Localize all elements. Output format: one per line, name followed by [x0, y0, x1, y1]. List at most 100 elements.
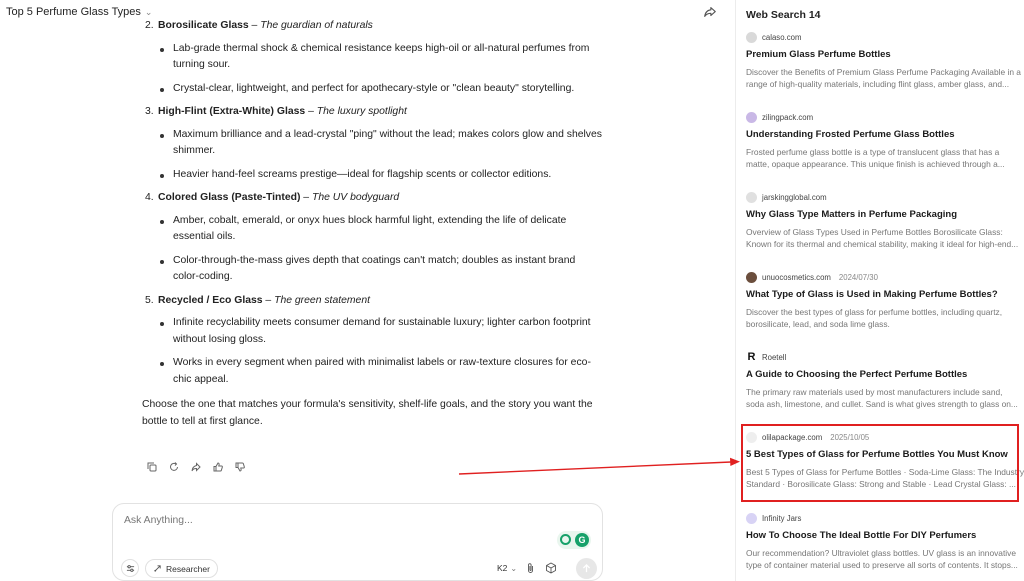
bullet-item: Infinite recyclability meets consumer de… — [158, 315, 604, 348]
glass-type-name: High-Flint (Extra-White) Glass — [158, 106, 306, 117]
list-section: 3. High-Flint (Extra-White) Glass – The l… — [142, 104, 604, 183]
glass-type-tagline: The UV bodyguard — [311, 192, 400, 203]
result-domain: unuocosmetics.com — [762, 272, 831, 282]
result-snippet-line: soda ash, limestone, and cullet. Sand is… — [746, 399, 1018, 409]
bullet-item: Lab-grade thermal shock & chemical resis… — [158, 41, 604, 74]
search-result[interactable]: jarskingglobal.com Why Glass Type Matters… — [746, 191, 1024, 250]
search-result[interactable]: unuocosmetics.com 2024/07/30 What Type of … — [746, 271, 1024, 330]
result-source: unuocosmetics.com 2024/07/30 — [746, 271, 1024, 283]
result-title[interactable]: How To Choose The Ideal Bottle For DIY P… — [746, 530, 1024, 541]
search-result[interactable]: Infinity Jars How To Choose The Ideal Bot… — [746, 512, 1024, 571]
result-title[interactable]: Premium Glass Perfume Bottles — [746, 49, 1024, 60]
result-snippet: The primary raw materials used by most m… — [746, 386, 1024, 410]
conclusion-text: Choose the one that matches your formula… — [142, 399, 593, 427]
grammarly-status-icon — [560, 534, 571, 545]
result-snippet-line: Frosted perfume glass bottle is a type o… — [746, 147, 1000, 157]
glass-type-name: Borosilicate Glass — [158, 20, 249, 31]
glass-type-tagline: The luxury spotlight — [316, 106, 407, 117]
result-source: Infinity Jars — [746, 512, 1024, 524]
result-title[interactable]: Why Glass Type Matters in Perfume Packag… — [746, 209, 1024, 220]
result-snippet: Discover the best types of glass for per… — [746, 306, 1024, 330]
result-domain: Roetell — [762, 352, 787, 362]
share-message-icon[interactable] — [191, 462, 201, 472]
list-section: 5. Recycled / Eco Glass – The green state… — [142, 293, 604, 389]
result-snippet: Discover the Benefits of Premium Glass P… — [746, 66, 1024, 90]
result-title[interactable]: A Guide to Choosing the Perfect Perfume … — [746, 369, 1024, 380]
chat-title: Top 5 Perfume Glass Types — [6, 6, 141, 18]
researcher-button[interactable]: Researcher — [145, 559, 218, 578]
thumbs-down-icon[interactable] — [235, 462, 245, 472]
result-date: 2024/07/30 — [838, 272, 878, 282]
result-snippet-line: Overview of Glass Types Used in Perfume … — [746, 227, 1003, 237]
model-selector[interactable]: K2 ⌄ — [497, 563, 517, 573]
bullet-item: Works in every segment when paired with … — [158, 355, 604, 388]
tools-button[interactable] — [121, 559, 139, 577]
cube-icon[interactable] — [545, 562, 557, 574]
thumbs-up-icon[interactable] — [213, 462, 223, 472]
sliders-icon — [126, 564, 134, 572]
result-snippet-line: The primary raw materials used by most m… — [746, 387, 1003, 397]
list-heading: 5. Recycled / Eco Glass – The green state… — [142, 293, 604, 310]
site-favicon-icon — [746, 271, 757, 283]
arrow-up-icon — [582, 564, 591, 573]
highlight-box — [741, 424, 1019, 502]
site-favicon-icon — [746, 31, 757, 43]
bullet-item: Maximum brilliance and a lead-crystal "p… — [158, 127, 604, 160]
result-source: zilingpack.com — [746, 111, 1024, 123]
bullet-item: Color-through-the-mass gives depth that … — [158, 253, 604, 286]
list-number: 5. — [145, 294, 154, 306]
result-snippet-line: Known for its thermal and chemical stabi… — [746, 239, 1019, 249]
search-result[interactable]: calaso.com Premium Glass Perfume Bottles D… — [746, 31, 1024, 90]
regenerate-icon[interactable] — [169, 462, 179, 472]
result-title[interactable]: What Type of Glass is Used in Making Per… — [746, 289, 1024, 300]
web-search-title: Web Search 14 — [746, 9, 821, 21]
separator: – — [300, 192, 312, 203]
result-source: jarskingglobal.com — [746, 191, 1024, 203]
list-number: 2. — [145, 20, 154, 31]
list-heading: 4. Colored Glass (Paste-Tinted) – The UV … — [142, 190, 604, 207]
result-domain: Infinity Jars — [762, 513, 802, 523]
bullet-list: Infinite recyclability meets consumer de… — [142, 315, 604, 388]
list-heading: 2. Borosilicate Glass – The guardian of n… — [142, 18, 604, 35]
chat-input[interactable]: Ask Anything... — [124, 515, 193, 526]
result-domain: zilingpack.com — [762, 112, 814, 122]
glass-type-tagline: The guardian of naturals — [260, 20, 373, 31]
result-title[interactable]: Understanding Frosted Perfume Glass Bott… — [746, 129, 1024, 140]
send-button[interactable] — [576, 558, 597, 579]
bullet-item: Heavier hand-feel screams prestige—ideal… — [158, 167, 604, 184]
share-icon[interactable] — [703, 5, 717, 19]
result-snippet: Frosted perfume glass bottle is a type o… — [746, 146, 1024, 170]
list-number: 4. — [145, 192, 154, 203]
separator: – — [248, 20, 261, 31]
result-domain: jarskingglobal.com — [762, 192, 827, 202]
chevron-down-icon: ⌄ — [510, 563, 518, 573]
site-favicon-icon: R — [746, 351, 757, 363]
result-source: calaso.com — [746, 31, 1024, 43]
glass-type-name: Colored Glass (Paste-Tinted) — [158, 192, 301, 203]
result-snippet-line: Our recommendation? Ultraviolet glass bo… — [746, 548, 1016, 558]
grammarly-widget[interactable]: G — [557, 531, 591, 549]
glass-type-name: Recycled / Eco Glass — [158, 294, 263, 306]
result-source: R Roetell — [746, 351, 1024, 363]
message-actions — [147, 462, 245, 472]
bullet-item: Crystal-clear, lightweight, and perfect … — [158, 81, 604, 98]
list-section: 4. Colored Glass (Paste-Tinted) – The UV … — [142, 190, 604, 286]
grammarly-icon: G — [575, 533, 589, 547]
researcher-icon — [154, 565, 161, 572]
chat-input-box[interactable]: Ask Anything... G Researcher K2 ⌄ — [112, 503, 603, 581]
search-result[interactable]: R Roetell A Guide to Choosing the Perfect … — [746, 351, 1024, 410]
bullet-list: Maximum brilliance and a lead-crystal "p… — [142, 127, 604, 184]
researcher-label: Researcher — [166, 563, 210, 574]
site-favicon-icon — [746, 512, 757, 524]
search-result[interactable]: zilingpack.com Understanding Frosted Perf… — [746, 111, 1024, 170]
separator: – — [305, 106, 317, 117]
copy-icon[interactable] — [147, 462, 157, 472]
model-label: K2 — [497, 563, 508, 573]
result-snippet-line: Discover the Benefits of Premium Glass P… — [746, 67, 1021, 77]
chat-title-dropdown[interactable]: Top 5 Perfume Glass Types ⌄ — [6, 6, 152, 18]
result-snippet-line: Discover the best types of glass for per… — [746, 307, 1003, 317]
list-heading: 3. High-Flint (Extra-White) Glass – The l… — [142, 104, 604, 121]
result-snippet-line: borosilicate, lead, and soda lime glass. — [746, 319, 890, 329]
result-snippet: Our recommendation? Ultraviolet glass bo… — [746, 547, 1024, 571]
paperclip-icon[interactable] — [525, 562, 536, 574]
